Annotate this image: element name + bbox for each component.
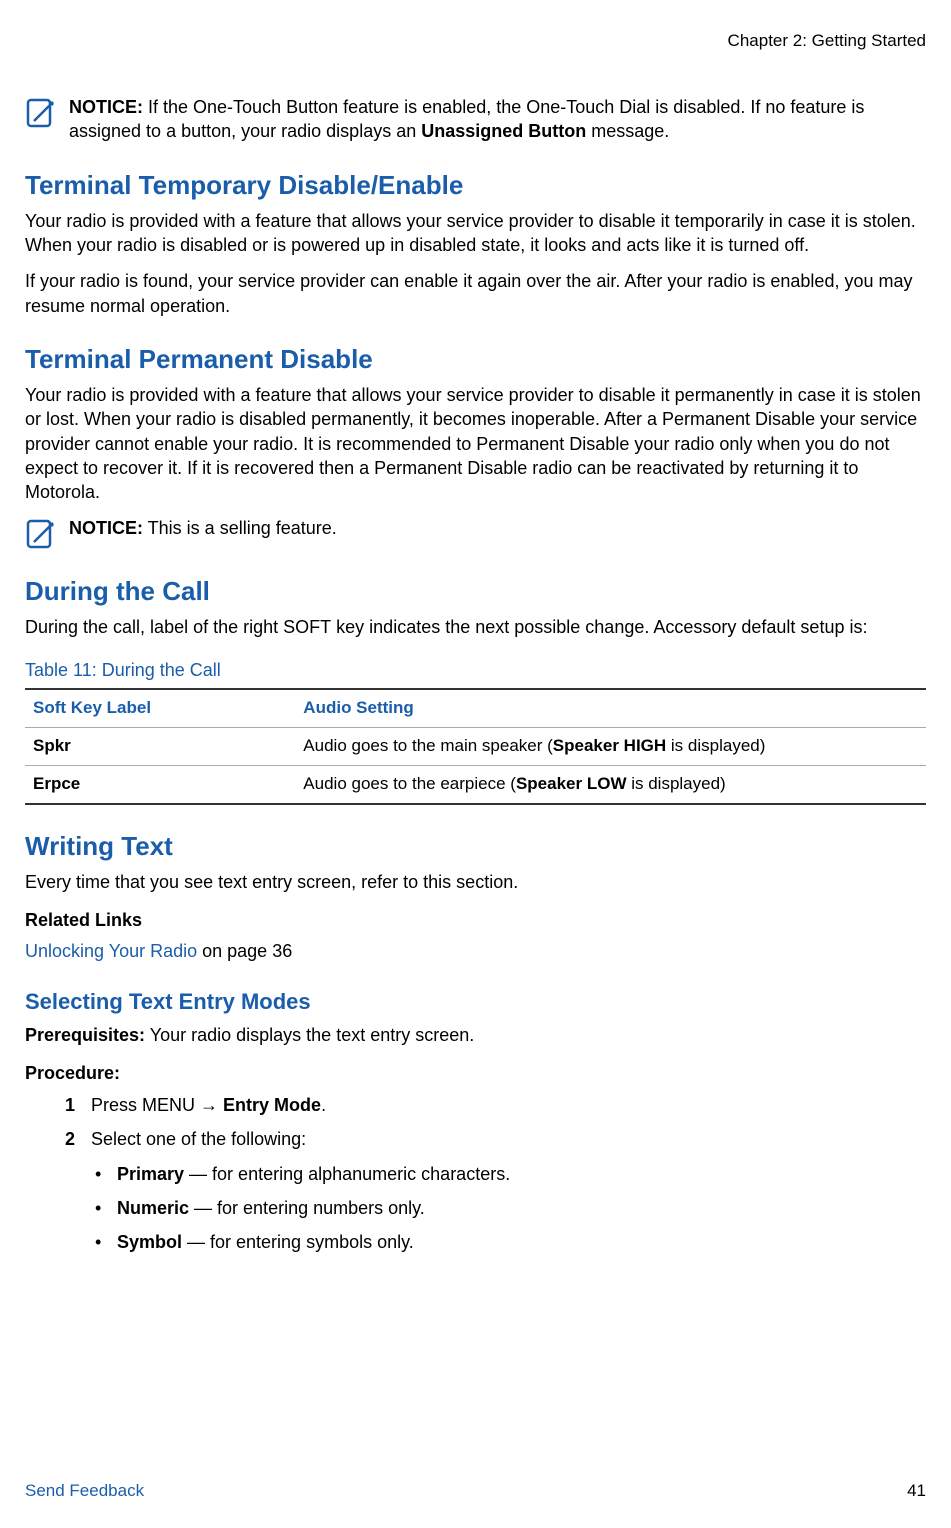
step1-pre: Press M — [91, 1095, 157, 1115]
notice-bold-1: Unassigned Button — [421, 121, 586, 141]
paragraph-ttde-1: Your radio is provided with a feature th… — [25, 209, 926, 258]
procedure-heading: Procedure: — [25, 1061, 926, 1085]
link-suffix: on page 36 — [197, 941, 292, 961]
heading-writing-text: Writing Text — [25, 829, 926, 864]
procedure-list: Press MENU → Entry Mode. Select one of t… — [65, 1093, 926, 1254]
table-header-col1: Soft Key Label — [25, 689, 295, 727]
dc-intro-2: key indicates the next possible change. … — [331, 617, 867, 637]
notice-body-1b: message. — [586, 121, 669, 141]
notice-block: NOTICE: This is a selling feature. — [25, 516, 926, 550]
step1-arrow: → — [195, 1095, 223, 1115]
procedure-step-2: Select one of the following: Primary — f… — [65, 1127, 926, 1254]
prereq-label: Prerequisites: — [25, 1025, 145, 1045]
step1-sc: ENU — [157, 1095, 195, 1115]
bullet-rest: — for entering symbols only. — [182, 1232, 414, 1252]
cell-audiosetting: Audio goes to the main speaker (Speaker … — [295, 728, 926, 766]
paragraph-during-call: During the call, label of the right SOFT… — [25, 615, 926, 639]
cell-bold: Speaker HIGH — [553, 736, 666, 755]
list-item: Primary — for entering alphanumeric char… — [91, 1162, 926, 1186]
bullet-bold: Symbol — [117, 1232, 182, 1252]
chapter-header: Chapter 2: Getting Started — [25, 30, 926, 53]
bullet-bold: Numeric — [117, 1198, 189, 1218]
cell-pre: Audio goes to the earpiece ( — [303, 774, 516, 793]
table-header-col2: Audio Setting — [295, 689, 926, 727]
notice-icon — [25, 518, 57, 550]
cell-softkey: Erpce — [25, 765, 295, 803]
notice-label: NOTICE: — [69, 97, 143, 117]
notice-block: NOTICE: If the One-Touch Button feature … — [25, 95, 926, 144]
procedure-step-1: Press MENU → Entry Mode. — [65, 1093, 926, 1117]
related-links-heading: Related Links — [25, 908, 926, 932]
notice-icon — [25, 97, 57, 129]
table-caption: Table 11: During the Call — [25, 658, 926, 682]
list-item: Symbol — for entering symbols only. — [91, 1230, 926, 1254]
bullet-bold: Primary — [117, 1164, 184, 1184]
list-item: Numeric — for entering numbers only. — [91, 1196, 926, 1220]
table-during-call: Soft Key Label Audio Setting Spkr Audio … — [25, 688, 926, 805]
page-number: 41 — [907, 1480, 926, 1503]
send-feedback-link[interactable]: Send Feedback — [25, 1480, 144, 1503]
notice-text: NOTICE: If the One-Touch Button feature … — [69, 95, 926, 144]
cell-pre: Audio goes to the main speaker ( — [303, 736, 552, 755]
step2-text: Select one of the following: — [91, 1129, 306, 1149]
paragraph-ttde-2: If your radio is found, your service pro… — [25, 269, 926, 318]
bullet-rest: — for entering alphanumeric characters. — [184, 1164, 510, 1184]
bullet-rest: — for entering numbers only. — [189, 1198, 425, 1218]
step1-post: . — [321, 1095, 326, 1115]
prerequisites-line: Prerequisites: Your radio displays the t… — [25, 1023, 926, 1047]
notice-body-2: This is a selling feature. — [143, 518, 337, 538]
paragraph-tpd-1: Your radio is provided with a feature th… — [25, 383, 926, 504]
page-footer: Send Feedback 41 — [25, 1480, 926, 1503]
heading-tpd: Terminal Permanent Disable — [25, 342, 926, 377]
dc-intro-1: During the call, label of the right S — [25, 617, 295, 637]
paragraph-writing: Every time that you see text entry scree… — [25, 870, 926, 894]
notice-text: NOTICE: This is a selling feature. — [69, 516, 926, 540]
prereq-text: Your radio displays the text entry scree… — [145, 1025, 474, 1045]
heading-selecting-modes: Selecting Text Entry Modes — [25, 987, 926, 1017]
heading-during-call: During the Call — [25, 574, 926, 609]
dc-intro-sc: OFT — [295, 617, 331, 637]
cell-post: is displayed) — [627, 774, 726, 793]
link-unlocking-radio[interactable]: Unlocking Your Radio — [25, 941, 197, 961]
table-row: Spkr Audio goes to the main speaker (Spe… — [25, 728, 926, 766]
cell-softkey: Spkr — [25, 728, 295, 766]
heading-ttde: Terminal Temporary Disable/Enable — [25, 168, 926, 203]
table-row: Erpce Audio goes to the earpiece (Speake… — [25, 765, 926, 803]
related-link-line: Unlocking Your Radio on page 36 — [25, 939, 926, 963]
cell-post: is displayed) — [666, 736, 765, 755]
cell-bold: Speaker LOW — [516, 774, 627, 793]
bullet-list: Primary — for entering alphanumeric char… — [91, 1162, 926, 1255]
cell-audiosetting: Audio goes to the earpiece (Speaker LOW … — [295, 765, 926, 803]
notice-label: NOTICE: — [69, 518, 143, 538]
step1-bold: Entry Mode — [223, 1095, 321, 1115]
